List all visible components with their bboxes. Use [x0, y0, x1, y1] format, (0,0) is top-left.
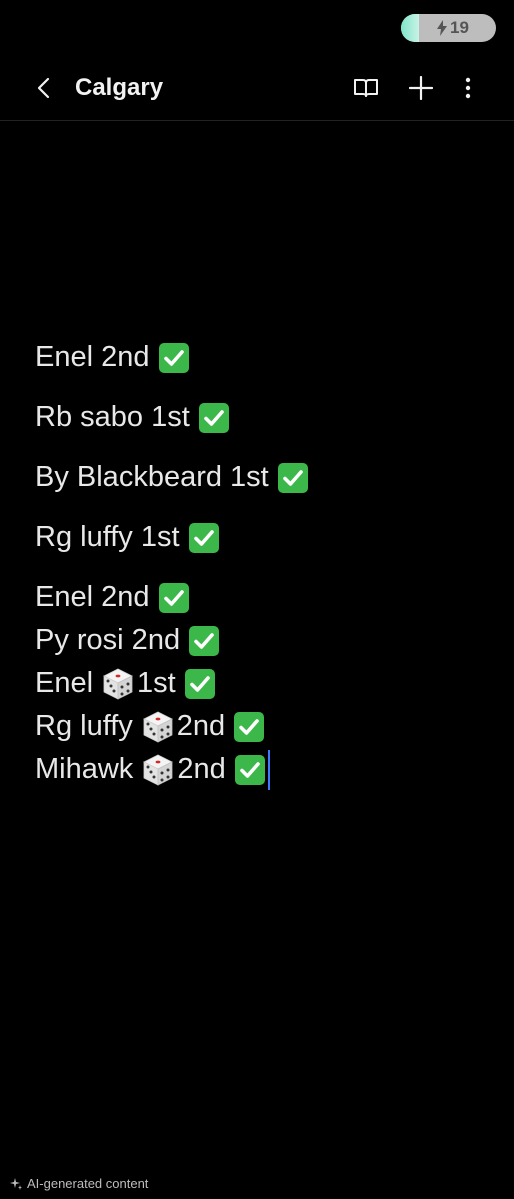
check-mark-icon — [158, 342, 190, 374]
note-line: Enel 1st — [35, 662, 485, 705]
note-body[interactable]: Enel 2nd Rb sabo 1st By Blackbeard 1st Rg l… — [35, 336, 485, 791]
check-mark-icon — [198, 402, 230, 434]
note-line: Py rosi 2nd — [35, 619, 485, 662]
more-vertical-icon — [465, 77, 471, 99]
more-options-button[interactable] — [452, 72, 484, 104]
note-line-text: By Blackbeard 1st — [35, 461, 269, 493]
chevron-left-icon — [37, 77, 50, 99]
note-line-text: Enel 2nd — [35, 341, 150, 373]
ai-generated-label: AI-generated content — [27, 1176, 149, 1191]
note-line-text: Rg luffy 1st — [35, 521, 180, 553]
battery-indicator: 19 — [401, 14, 496, 42]
note-line-text: Py rosi 2nd — [35, 624, 181, 656]
check-mark-icon — [233, 711, 265, 743]
dice-icon — [141, 710, 175, 744]
note-line-text: Enel — [35, 667, 94, 699]
battery-content: 19 — [428, 18, 469, 38]
note-line-text: Rg luffy — [35, 710, 133, 742]
note-line-text: Rb sabo 1st — [35, 401, 190, 433]
note-toolbar: Calgary — [0, 58, 514, 121]
check-mark-icon — [234, 754, 266, 786]
note-title: Calgary — [75, 74, 164, 101]
bolt-icon — [437, 20, 448, 36]
note-line-text: Enel 2nd — [35, 581, 150, 613]
text-cursor — [267, 749, 270, 790]
note-line: By Blackbeard 1st — [35, 456, 485, 499]
check-mark-icon — [188, 625, 220, 657]
note-line: Enel 2nd — [35, 576, 485, 619]
note-line-rank: 1st — [137, 667, 176, 699]
book-icon — [354, 79, 378, 97]
add-button[interactable] — [405, 72, 437, 104]
note-line-rank: 2nd — [176, 710, 226, 742]
reading-mode-button[interactable] — [350, 72, 382, 104]
note-line: Rg luffy 1st — [35, 516, 485, 559]
check-mark-icon — [158, 582, 190, 614]
note-line-text: Mihawk — [35, 753, 134, 785]
battery-fill — [401, 14, 419, 42]
dice-icon — [141, 753, 175, 787]
note-line: Mihawk 2nd — [35, 748, 485, 791]
note-line-rank: 2nd — [177, 753, 226, 785]
back-button[interactable] — [28, 72, 60, 104]
note-line: Rb sabo 1st — [35, 396, 485, 439]
note-line: Rg luffy 2nd — [35, 705, 485, 748]
note-line: Enel 2nd — [35, 336, 485, 379]
check-mark-icon — [184, 668, 216, 700]
dice-icon — [101, 667, 135, 701]
battery-level: 19 — [450, 18, 469, 37]
check-mark-icon — [277, 462, 309, 494]
plus-icon — [409, 76, 433, 100]
check-mark-icon — [188, 522, 220, 554]
sparkle-icon — [10, 1177, 22, 1190]
ai-generated-footer: AI-generated content — [10, 1176, 148, 1191]
